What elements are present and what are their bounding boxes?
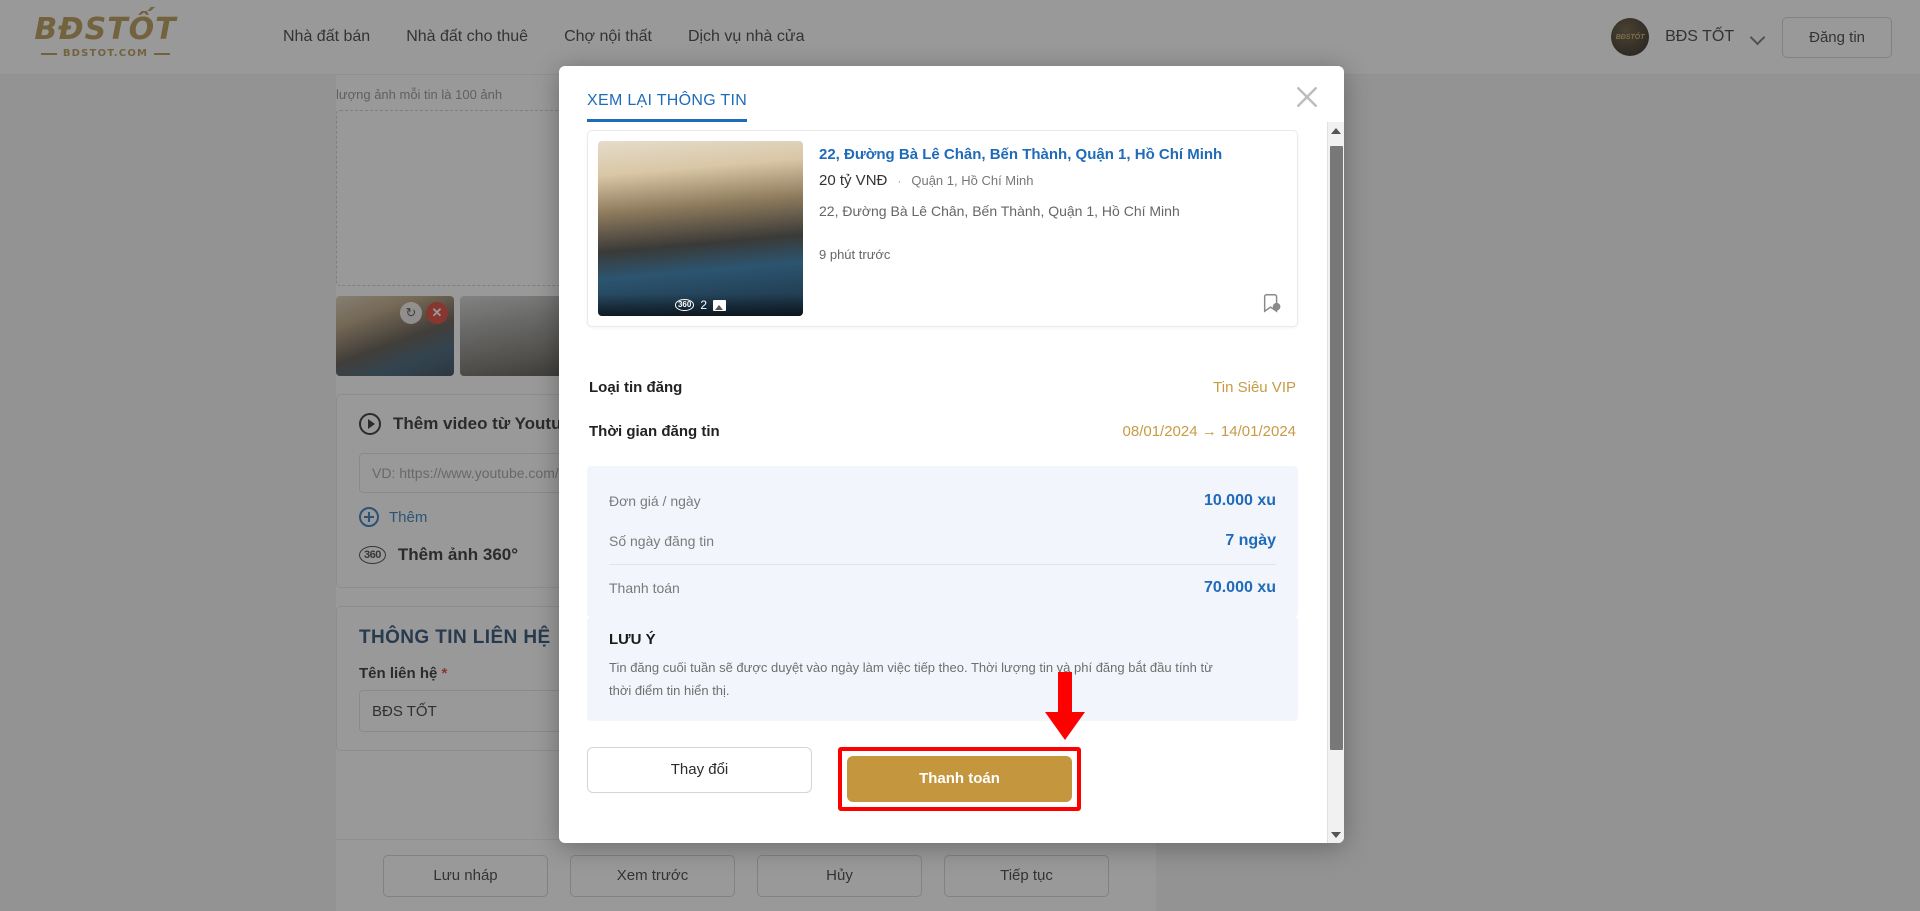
pricing-summary: Đơn giá / ngày 10.000 xu Số ngày đăng ti… — [587, 466, 1298, 617]
app-root: BĐSTỐT BDSTOT.COM Nhà đất bán Nhà đất ch… — [0, 0, 1920, 911]
photo-icon — [713, 299, 727, 311]
listing-meta: 20 tỷ VNĐ · Quận 1, Hồ Chí Minh — [819, 172, 1287, 189]
listing-thumbnail: 360 2 — [598, 141, 803, 316]
listing-price: 20 tỷ VNĐ — [819, 171, 888, 189]
modal-scrollbar[interactable] — [1327, 122, 1344, 843]
scroll-down-icon[interactable] — [1328, 826, 1344, 843]
tab-xem-lai-thong-tin[interactable]: XEM LẠI THÔNG TIN — [587, 92, 748, 122]
price-divider — [609, 564, 1276, 565]
photo-count: 2 — [700, 298, 708, 312]
detail-label: Loại tin đăng — [589, 379, 683, 396]
listing-card[interactable]: 360 2 22, Đường Bà Lê Chân, Bến Thành, Q… — [587, 130, 1298, 327]
price-label: Số ngày đăng tin — [609, 533, 715, 549]
note-text: Tin đăng cuối tuần sẽ được duyệt vào ngà… — [609, 660, 1213, 698]
price-label: Đơn giá / ngày — [609, 493, 701, 509]
detail-value: 08/01/2024 → 14/01/2024 — [1122, 423, 1296, 440]
bookmark-location-icon[interactable] — [1261, 292, 1283, 314]
modal-action-row: Thay đổi Thanh toán — [587, 746, 1298, 811]
note-title: LƯU Ý — [609, 631, 656, 648]
detail-value: Tin Siêu VIP — [1213, 379, 1296, 396]
price-value: 10.000 xu — [1203, 492, 1276, 509]
price-row-so-ngay: Số ngày đăng tin 7 ngày — [609, 524, 1276, 564]
payment-button[interactable]: Thanh toán — [847, 755, 1072, 802]
review-info-modal: XEM LẠI THÔNG TIN 360 2 22, Đường Bà Lê … — [559, 66, 1344, 843]
listing-media-badge: 360 2 — [598, 294, 803, 316]
modal-header: XEM LẠI THÔNG TIN — [559, 66, 1344, 122]
price-row-don-gia: Đơn giá / ngày 10.000 xu — [609, 484, 1276, 524]
detail-row-loai-tin-dang: Loại tin đăng Tin Siêu VIP — [587, 379, 1298, 396]
scroll-up-icon[interactable] — [1328, 122, 1344, 139]
detail-label: Thời gian đăng tin — [589, 423, 720, 440]
change-button[interactable]: Thay đổi — [587, 746, 812, 793]
listing-location: Quận 1, Hồ Chí Minh — [911, 172, 1034, 188]
price-value: 70.000 xu — [1203, 579, 1276, 596]
meta-separator: · — [897, 173, 902, 188]
photo-360-icon: 360 — [674, 299, 695, 311]
price-label: Thanh toán — [609, 580, 680, 596]
close-icon[interactable] — [1292, 82, 1322, 112]
listing-title[interactable]: 22, Đường Bà Lê Chân, Bến Thành, Quận 1,… — [819, 145, 1287, 165]
listing-time-ago: 9 phút trước — [819, 247, 891, 263]
price-row-thanh-toan: Thanh toán 70.000 xu — [609, 571, 1276, 611]
listing-address: 22, Đường Bà Lê Chân, Bến Thành, Quận 1,… — [819, 202, 1180, 219]
modal-content: 360 2 22, Đường Bà Lê Chân, Bến Thành, Q… — [559, 122, 1326, 843]
price-value: 7 ngày — [1225, 532, 1276, 549]
detail-row-thoi-gian-dang-tin: Thời gian đăng tin 08/01/2024 → 14/01/20… — [587, 423, 1298, 440]
note-box: LƯU Ý Tin đăng cuối tuần sẽ được duyệt v… — [587, 617, 1298, 721]
payment-button-highlight: Thanh toán — [838, 746, 1081, 811]
listing-info: 22, Đường Bà Lê Chân, Bến Thành, Quận 1,… — [819, 141, 1287, 316]
scrollbar-thumb[interactable] — [1330, 146, 1343, 750]
